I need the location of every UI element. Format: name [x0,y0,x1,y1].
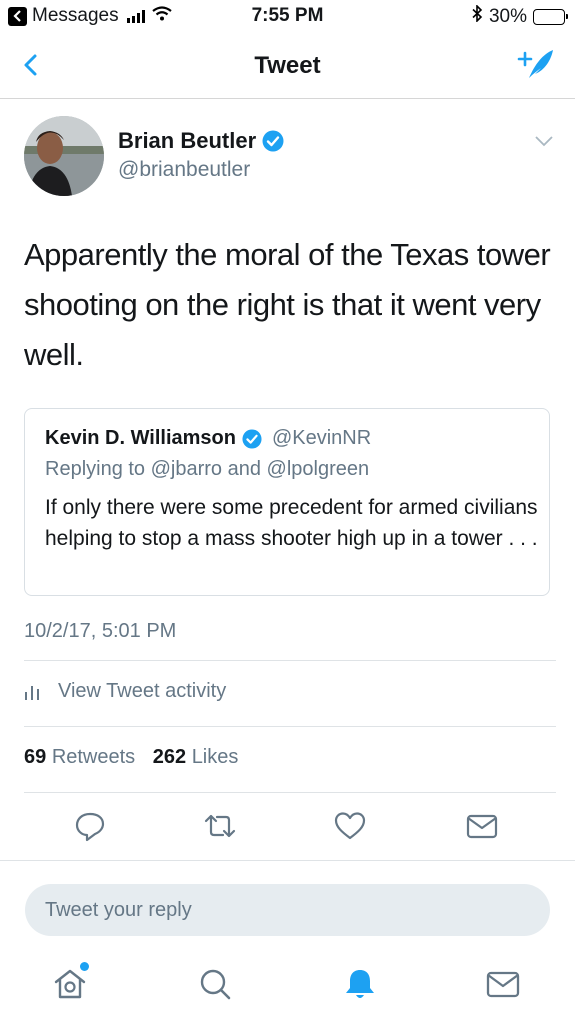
search-icon [200,969,231,1000]
tab-notifications[interactable] [340,964,380,1004]
dm-icon [466,814,498,839]
status-bar: Messages 7:55 PM 30% [0,0,575,34]
battery-percent: 30% [488,5,527,27]
tweet-timestamp: 10/2/17, 5:01 PM [24,620,177,642]
chevron-down-icon [535,136,553,147]
quoted-author-handle: @KevinNR [271,427,372,449]
page-title: Tweet [254,52,321,79]
avatar[interactable] [24,116,104,196]
likes-label: Likes [191,746,239,768]
retweets-count: 69 [24,746,47,768]
retweet-button[interactable] [202,808,238,844]
like-icon [334,812,366,840]
back-app-icon [8,6,27,26]
verified-badge-icon [242,428,262,449]
likes-stat[interactable]: 262 Likes [153,746,251,768]
new-content-dot [80,962,89,971]
notifications-icon [346,970,374,998]
wifi-icon [151,5,172,27]
tweet-options-button[interactable] [533,134,555,148]
author-name-row: Brian Beutler [118,128,284,154]
compose-tweet-button[interactable] [513,44,557,84]
quoted-replying-to: Replying to @jbarro and @lpolgreen [45,458,370,480]
view-tweet-activity-link[interactable]: View Tweet activity [24,680,226,703]
retweets-stat[interactable]: 69 Retweets [24,746,147,768]
tweet-text: Apparently the moral of the Texas tower … [24,237,551,372]
retweet-icon [204,814,236,838]
bluetooth-icon [472,4,483,28]
tab-messages[interactable] [483,964,523,1004]
back-to-app[interactable]: Messages [8,5,172,27]
back-app-label: Messages [32,5,119,26]
like-button[interactable] [332,808,368,844]
likes-count: 262 [152,746,187,768]
author-name[interactable]: Brian Beutler [118,128,256,154]
analytics-icon [25,685,39,700]
reply-button[interactable] [72,808,108,844]
signal-icon [126,9,145,23]
quoted-author-row: Kevin D. Williamson @KevinNR [45,427,371,450]
chevron-left-icon [24,54,37,76]
quoted-tweet[interactable]: Kevin D. Williamson @KevinNR Replying to… [24,408,550,596]
compose-icon [517,50,553,78]
nav-bar: Tweet [0,34,575,99]
reply-icon [75,812,105,842]
quoted-author-name: Kevin D. Williamson [45,427,236,449]
reply-input[interactable]: Tweet your reply [25,884,550,936]
quoted-tweet-text: If only there were some precedent for ar… [45,496,538,550]
divider [24,726,556,727]
battery-icon [533,8,568,25]
retweets-label: Retweets [51,746,136,768]
author-handle[interactable]: @brianbeutler [118,158,250,182]
direct-message-button[interactable] [464,808,500,844]
back-button[interactable] [14,48,48,82]
divider [0,860,575,861]
verified-badge-icon [262,130,284,152]
status-right: 30% [472,4,568,28]
messages-icon [486,971,520,998]
tab-search[interactable] [195,964,235,1004]
tweet-stats: 69 Retweets 262 Likes [24,746,250,769]
view-tweet-activity-label: View Tweet activity [58,680,227,702]
divider [24,660,556,661]
divider [24,792,556,793]
reply-placeholder: Tweet your reply [45,899,192,921]
